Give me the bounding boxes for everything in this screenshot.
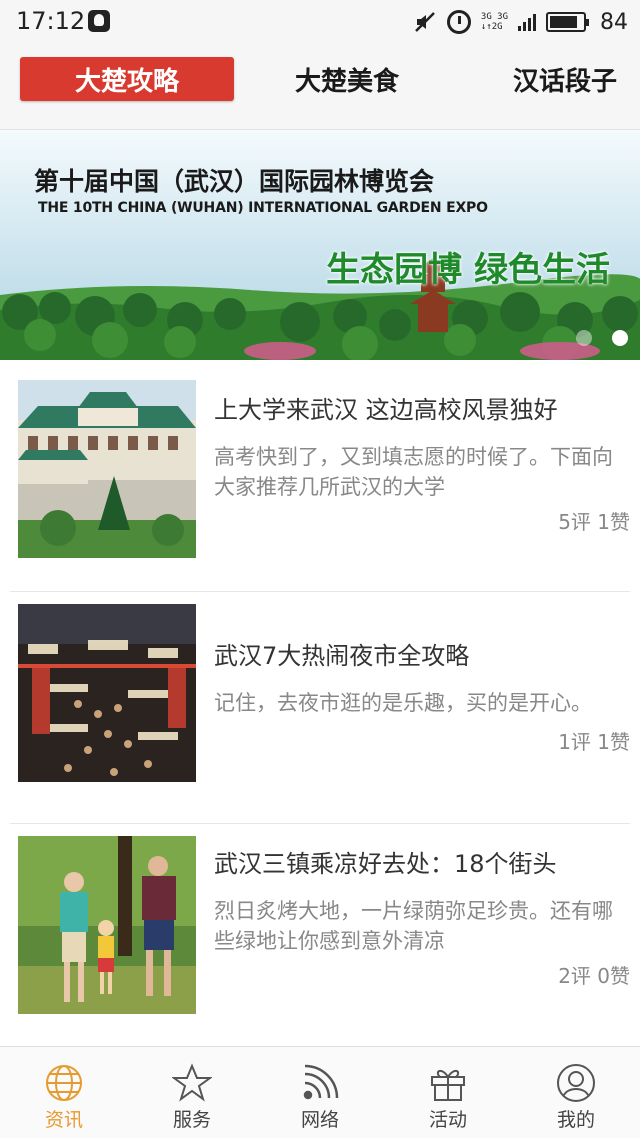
network-type: 3G 3G ↓↑2G (481, 12, 508, 32)
article-item[interactable]: 上大学来武汉 这边高校风景独好 高考快到了，又到填志愿的时候了。下面向大家推荐几… (0, 360, 640, 592)
carousel-dot[interactable] (576, 330, 592, 346)
banner-carousel[interactable]: 第十届中国（武汉）国际园林博览会 THE 10TH CHINA (WUHAN) … (0, 130, 640, 360)
bottom-nav: 资讯 服务 网络 活动 我的 (0, 1046, 640, 1138)
article-item[interactable]: 武汉三镇乘凉好去处：18个街头 烈日炙烤大地，一片绿荫弥足珍贵。还有哪些绿地让你… (0, 824, 640, 1056)
status-icons: 3G 3G ↓↑2G 84 (413, 6, 628, 38)
notification-icon (88, 10, 110, 32)
tab-dachu-food[interactable]: 大楚美食 (252, 57, 442, 101)
nav-label: 服务 (172, 1109, 211, 1131)
status-bar: 17:12 3G 3G ↓↑2G 84 (0, 0, 640, 44)
network-type-bottom: ↓↑2G (480, 22, 503, 32)
nav-item-events[interactable]: 活动 (384, 1047, 512, 1139)
article-stats: 5评 1赞 (558, 510, 630, 534)
network-type-top: 3G 3G (480, 12, 508, 22)
alarm-icon (446, 10, 471, 34)
globe-icon (44, 1063, 84, 1103)
battery-icon (546, 12, 589, 32)
signal-icon (518, 13, 536, 31)
article-summary: 烈日炙烤大地，一片绿荫弥足珍贵。还有哪些绿地让你感到意外清凉 (214, 899, 613, 953)
gift-icon (428, 1063, 468, 1103)
article-thumbnail (18, 604, 196, 782)
article-stats: 1评 1赞 (558, 730, 630, 754)
user-icon (556, 1063, 596, 1103)
battery-level (550, 16, 577, 28)
nav-item-news[interactable]: 资讯 (0, 1047, 128, 1139)
tab-hanhua-jokes[interactable]: 汉话段子 (470, 57, 640, 101)
tab-dachu-guide[interactable]: 大楚攻略 (20, 57, 234, 101)
nav-item-mine[interactable]: 我的 (512, 1047, 640, 1139)
article-title: 武汉三镇乘凉好去处：18个街头 (214, 850, 557, 878)
banner-slogan: 生态园博 绿色生活 (326, 250, 610, 290)
article-thumbnail (18, 380, 196, 558)
carousel-dot[interactable] (612, 330, 628, 346)
article-summary: 高考快到了，又到填志愿的时候了。下面向大家推荐几所武汉的大学 (214, 445, 613, 499)
nav-label: 网络 (300, 1109, 339, 1131)
banner-subtitle: THE 10TH CHINA (WUHAN) INTERNATIONAL GAR… (38, 200, 488, 216)
battery-percent: 84 (600, 9, 628, 35)
nav-item-network[interactable]: 网络 (256, 1047, 384, 1139)
article-stats: 2评 0赞 (558, 964, 630, 988)
category-tabs: 大楚攻略 大楚美食 汉话段子 (0, 44, 640, 130)
banner-title: 第十届中国（武汉）国际园林博览会 (34, 167, 435, 196)
nav-label: 资讯 (44, 1109, 83, 1131)
mute-icon (413, 10, 437, 34)
rss-icon (300, 1063, 340, 1103)
nav-label: 活动 (428, 1109, 467, 1131)
article-thumbnail (18, 836, 196, 1014)
status-time: 17:12 (16, 7, 86, 35)
article-item[interactable]: 武汉7大热闹夜市全攻略 记住，去夜市逛的是乐趣，买的是开心。 1评 1赞 (0, 592, 640, 824)
star-icon (170, 1063, 214, 1103)
article-summary: 记住，去夜市逛的是乐趣，买的是开心。 (214, 691, 592, 715)
article-title: 武汉7大热闹夜市全攻略 (214, 642, 470, 670)
nav-label: 我的 (556, 1109, 595, 1131)
article-title: 上大学来武汉 这边高校风景独好 (214, 396, 558, 424)
nav-item-services[interactable]: 服务 (128, 1047, 256, 1139)
